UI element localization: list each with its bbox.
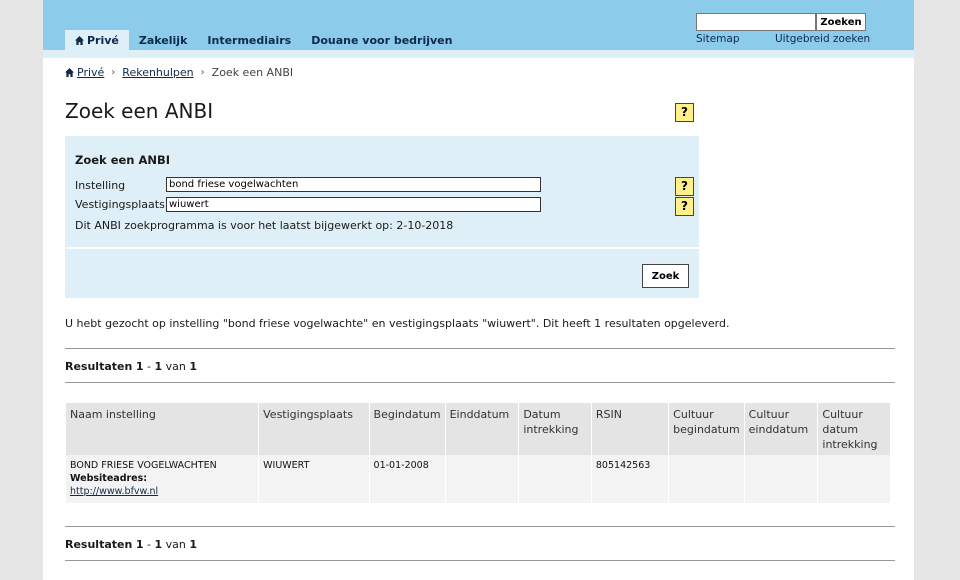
breadcrumb-link-prive[interactable]: Privé [77, 66, 104, 79]
advanced-search-link[interactable]: Uitgebreid zoeken [775, 33, 870, 45]
tab-intermediairs[interactable]: Intermediairs [197, 30, 301, 50]
breadcrumb-current: Zoek een ANBI [211, 66, 294, 79]
cell-cultuur-einddatum [744, 455, 818, 503]
results-count-bottom: Resultaten 1 - 1 van 1 [65, 538, 197, 551]
cell-rsin: 805142563 [591, 455, 669, 503]
search-summary: U hebt gezocht op instelling "bond fries… [65, 317, 730, 330]
vestigingsplaats-help-button[interactable]: ? [675, 197, 694, 216]
tab-label: Privé [87, 34, 119, 47]
col-cultuur-begindatum: Cultuur begindatum [669, 403, 744, 455]
home-icon [75, 36, 84, 45]
page-help-button[interactable]: ? [675, 103, 694, 122]
divider [65, 348, 895, 349]
update-note: Dit ANBI zoekprogramma is voor het laats… [75, 219, 454, 232]
vestigingsplaats-label: Vestigingsplaats [75, 198, 165, 211]
chevron-right-icon: › [200, 67, 205, 78]
main-tabs: Privé Zakelijk Intermediairs Douane voor… [65, 30, 462, 50]
website-label: Websiteadres: [70, 473, 148, 484]
results-dash: - [146, 360, 151, 373]
zoek-button[interactable]: Zoek [642, 264, 689, 288]
table-header-row: Naam instelling Vestigingsplaats Beginda… [66, 403, 890, 455]
page: Zoeken Sitemap Uitgebreid zoeken Privé Z… [43, 0, 914, 580]
cell-datum-intrekking [519, 455, 591, 503]
vestigingsplaats-input[interactable] [166, 197, 541, 212]
tab-prive[interactable]: Privé [65, 30, 129, 50]
tab-zakelijk[interactable]: Zakelijk [129, 30, 198, 50]
cell-cultuur-begindatum [669, 455, 744, 503]
cell-einddatum [445, 455, 519, 503]
tab-underline-bar [43, 50, 914, 58]
results-from: 1 [135, 360, 144, 373]
results-count-top: Resultaten 1 - 1 van 1 [65, 360, 197, 373]
breadcrumb: Privé › Rekenhulpen › Zoek een ANBI [65, 66, 293, 79]
sitemap-link[interactable]: Sitemap [696, 33, 740, 45]
cell-cultuur-datum-intrekking [818, 455, 890, 503]
col-cultuur-datum-intrekking: Cultuur datum intrekking [818, 403, 890, 455]
divider [65, 382, 895, 383]
results-from: 1 [135, 538, 144, 551]
col-datum-intrekking: Datum intrekking [519, 403, 591, 455]
results-prefix: Resultaten [65, 538, 133, 551]
divider [65, 526, 895, 527]
col-vestigingsplaats: Vestigingsplaats [259, 403, 369, 455]
form-heading: Zoek een ANBI [75, 153, 171, 167]
divider [65, 560, 895, 561]
results-to: 1 [154, 538, 163, 551]
results-total: 1 [189, 538, 197, 551]
tab-douane[interactable]: Douane voor bedrijven [301, 30, 462, 50]
top-navigation-bar: Zoeken Sitemap Uitgebreid zoeken Privé Z… [43, 0, 914, 50]
website-link[interactable]: http://www.bfvw.nl [70, 486, 158, 497]
results-dash: - [146, 538, 151, 551]
site-search-input[interactable] [696, 13, 816, 31]
instelling-label: Instelling [75, 179, 126, 192]
cell-vestigingsplaats: WIUWERT [259, 455, 369, 503]
instelling-name: BOND FRIESE VOGELWACHTEN [70, 460, 217, 471]
form-actions: Zoek [65, 249, 699, 298]
site-search-button[interactable]: Zoeken [816, 13, 866, 31]
col-naam-instelling: Naam instelling [66, 403, 259, 455]
results-of: van [165, 538, 186, 551]
results-of: van [165, 360, 186, 373]
table-row: BOND FRIESE VOGELWACHTEN Websiteadres: h… [66, 455, 890, 503]
results-prefix: Resultaten [65, 360, 133, 373]
instelling-help-button[interactable]: ? [675, 177, 694, 196]
results-table: Naam instelling Vestigingsplaats Beginda… [65, 403, 891, 503]
col-rsin: RSIN [591, 403, 669, 455]
chevron-right-icon: › [111, 67, 116, 78]
breadcrumb-link-rekenhulpen[interactable]: Rekenhulpen [122, 66, 193, 79]
results-to: 1 [154, 360, 163, 373]
cell-begindatum: 01-01-2008 [369, 455, 445, 503]
page-title: Zoek een ANBI [65, 99, 214, 123]
results-total: 1 [189, 360, 197, 373]
home-icon [65, 68, 74, 77]
col-einddatum: Einddatum [445, 403, 519, 455]
instelling-input[interactable] [166, 177, 541, 192]
search-form: Zoek een ANBI Instelling Vestigingsplaat… [65, 136, 699, 247]
col-cultuur-einddatum: Cultuur einddatum [744, 403, 818, 455]
col-begindatum: Begindatum [369, 403, 445, 455]
cell-naam: BOND FRIESE VOGELWACHTEN Websiteadres: h… [66, 455, 259, 503]
